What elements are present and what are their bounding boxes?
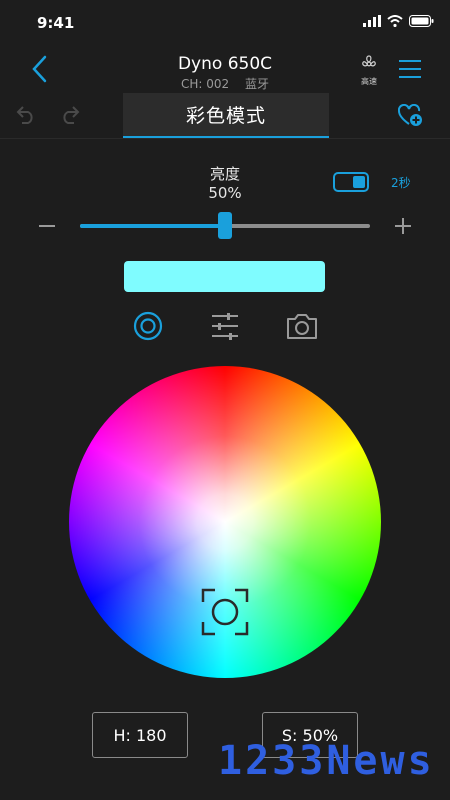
hamburger-menu-icon: [399, 60, 421, 78]
heart-plus-icon: [397, 103, 422, 126]
brightness-slider-thumb[interactable]: [218, 212, 232, 239]
color-picker-handle[interactable]: [201, 588, 249, 636]
menu-button[interactable]: [398, 57, 422, 81]
hue-value-box[interactable]: H: 180: [92, 712, 188, 758]
status-time: 9:41: [37, 14, 75, 32]
add-favorite-button[interactable]: [397, 103, 424, 132]
battery-icon: [409, 15, 434, 27]
plus-icon: [395, 218, 411, 234]
signal-icon: [363, 15, 381, 27]
brightness-value: 50%: [208, 184, 242, 202]
focus-target-icon: [201, 588, 249, 636]
toolbar-divider: [0, 138, 450, 139]
color-preview-swatch: [124, 261, 325, 292]
undo-button[interactable]: [14, 106, 36, 128]
brightness-increase-button[interactable]: [394, 216, 412, 236]
watermark: 1233News: [218, 738, 435, 784]
mode-title-tab[interactable]: 彩色模式: [123, 93, 329, 138]
brightness-label: 亮度: [209, 165, 240, 183]
fan-mode-button[interactable]: 高速: [355, 55, 383, 87]
sliders-icon: [212, 313, 238, 340]
redo-button[interactable]: [60, 106, 82, 128]
target-circle-icon: [133, 311, 163, 341]
minus-icon: [39, 225, 55, 227]
fade-time-label[interactable]: 2秒: [391, 174, 411, 191]
connection-type: 蓝牙: [244, 77, 269, 91]
redo-icon: [63, 106, 80, 124]
slider-mode-button[interactable]: [211, 311, 239, 345]
fade-toggle[interactable]: [333, 172, 369, 192]
camera-icon: [287, 314, 317, 339]
brightness-slider-fill: [80, 224, 225, 228]
wifi-icon: [387, 15, 403, 27]
status-icons: [363, 15, 434, 27]
color-wheel-mode-button[interactable]: [133, 311, 163, 345]
brightness-decrease-button[interactable]: [38, 216, 56, 236]
undo-icon: [16, 106, 33, 124]
camera-mode-button[interactable]: [286, 311, 318, 345]
fan-mode-label: 高速: [361, 77, 377, 86]
fade-toggle-knob: [353, 176, 365, 188]
fan-icon: [362, 55, 376, 67]
device-channel: CH: 002: [180, 77, 230, 91]
